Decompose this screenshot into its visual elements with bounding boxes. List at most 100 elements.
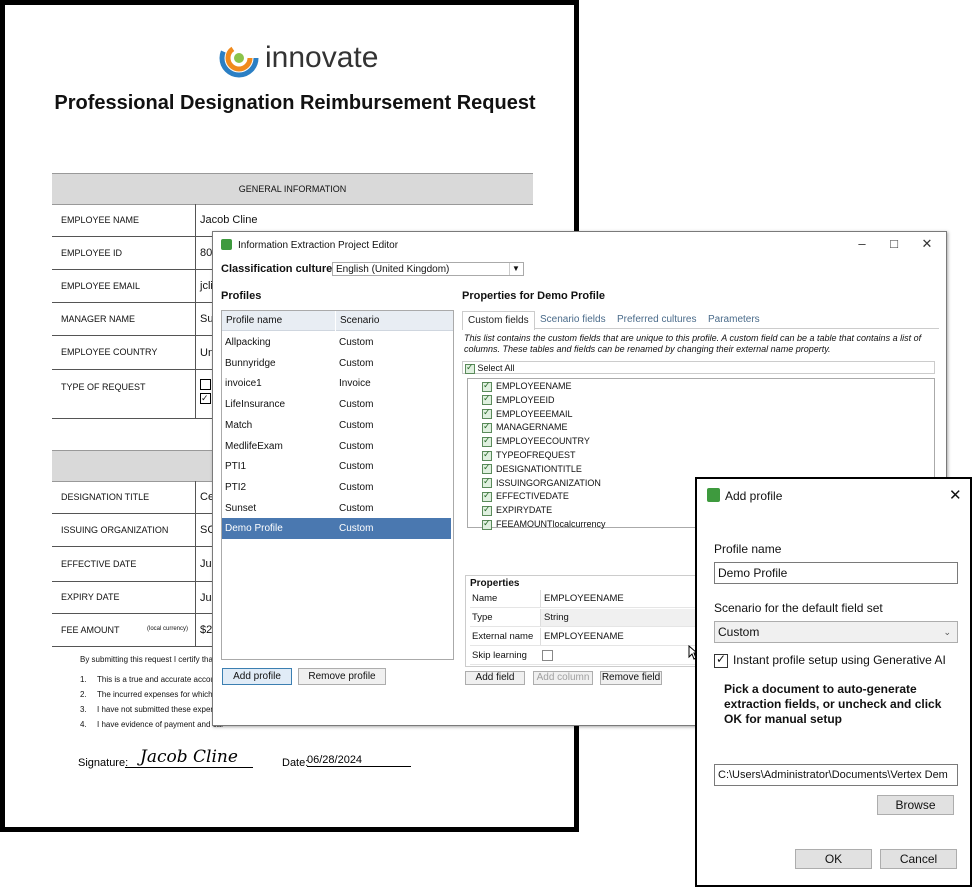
field-row[interactable]: EMPLOYEENAME xyxy=(482,379,572,394)
dialog-title: Add profile xyxy=(725,489,783,503)
add-field-button[interactable]: Add field xyxy=(465,671,525,685)
field-checkbox[interactable] xyxy=(482,420,492,434)
certify-item-number: 2. xyxy=(80,690,87,699)
logo-text: innovate xyxy=(265,41,379,74)
app-icon xyxy=(221,239,232,250)
close-icon[interactable]: ✕ xyxy=(917,236,937,252)
profile-row[interactable]: PTI1 Custom xyxy=(222,456,451,477)
profile-name: LifeInsurance xyxy=(225,399,286,411)
request-checkbox xyxy=(200,379,211,390)
innovate-logo-icon xyxy=(219,38,259,78)
property-name: Type xyxy=(472,612,493,623)
field-checkbox[interactable] xyxy=(482,434,492,448)
field-checkbox[interactable] xyxy=(482,489,492,503)
field-name: MANAGERNAME xyxy=(496,422,568,433)
tab-scenario-fields[interactable]: Scenario fields xyxy=(540,311,606,329)
profile-row[interactable]: Bunnyridge Custom xyxy=(222,353,451,374)
add-profile-button[interactable]: Add profile xyxy=(222,668,292,685)
form-row-label: EMPLOYEE EMAIL xyxy=(61,280,141,291)
profile-row[interactable]: Allpacking Custom xyxy=(222,332,451,353)
request-checkbox-checked: ✓ xyxy=(200,393,211,404)
profiles-list[interactable]: Profile name Scenario Allpacking Custom Bu… xyxy=(221,310,454,660)
remove-field-button[interactable]: Remove field xyxy=(600,671,662,685)
property-value[interactable]: EMPLOYEENAME xyxy=(540,590,704,607)
field-checkbox[interactable] xyxy=(482,392,492,406)
ai-instruction: Pick a document to auto-generate extract… xyxy=(724,682,942,726)
field-checkbox[interactable] xyxy=(482,406,492,420)
document-path-input[interactable]: C:\Users\Administrator\Documents\Vertex … xyxy=(714,764,958,786)
field-checkbox[interactable] xyxy=(482,503,492,517)
field-row[interactable]: EFFECTIVEDATE xyxy=(482,489,569,504)
form-row-label: ISSUING ORGANIZATION xyxy=(61,524,169,535)
dialog-close-icon[interactable]: ✕ xyxy=(949,486,962,504)
form-row-label: FEE AMOUNT xyxy=(61,624,120,635)
field-checkbox[interactable] xyxy=(482,461,492,475)
profile-scenario: Custom xyxy=(339,481,374,493)
field-name: EXPIRYDATE xyxy=(496,505,553,516)
col-scenario[interactable]: Scenario xyxy=(336,311,453,331)
select-all-row[interactable]: Select All xyxy=(462,361,935,374)
add-column-button[interactable]: Add column xyxy=(533,671,593,685)
property-name: Skip learning xyxy=(472,650,527,661)
profile-row[interactable]: PTI2 Custom xyxy=(222,477,451,498)
innovate-logo: innovate xyxy=(219,38,378,78)
field-row[interactable]: EMPLOYEEEMAIL xyxy=(482,406,573,422)
field-row[interactable]: ISSUINGORGANIZATION xyxy=(482,475,601,491)
properties-box-title: Properties xyxy=(470,578,520,589)
classification-select[interactable]: English (United Kingdom) ▼ xyxy=(332,262,524,276)
maximize-icon[interactable]: □ xyxy=(884,236,904,251)
field-checkbox[interactable] xyxy=(482,475,492,489)
dialog-app-icon xyxy=(707,488,720,502)
chevron-down-icon: ⌄ xyxy=(943,627,951,637)
field-row[interactable]: DESIGNATIONTITLE xyxy=(482,461,582,477)
select-all-checkbox[interactable] xyxy=(465,361,475,374)
minimize-icon[interactable]: – xyxy=(852,236,872,251)
remove-profile-button[interactable]: Remove profile xyxy=(298,668,386,685)
certify-intro: By submitting this request I certify tha… xyxy=(80,655,218,664)
certify-item-text: I have evidence of payment and car xyxy=(97,720,224,729)
gen-ai-checkbox[interactable]: ✓ xyxy=(714,652,728,668)
form-row-label: EMPLOYEE ID xyxy=(61,247,123,258)
field-checkbox[interactable] xyxy=(482,379,492,392)
field-checkbox[interactable] xyxy=(482,517,492,530)
tab-custom-fields[interactable]: Custom fields xyxy=(462,311,535,330)
field-row[interactable]: EMPLOYEEID xyxy=(482,392,555,408)
col-profile-name[interactable]: Profile name xyxy=(222,311,335,331)
ok-button[interactable]: OK xyxy=(795,849,872,869)
profile-row[interactable]: Demo Profile Custom xyxy=(222,518,451,540)
certify-item-number: 3. xyxy=(80,705,87,714)
profile-name-input[interactable]: Demo Profile xyxy=(714,562,958,584)
form-row-label: EMPLOYEE NAME xyxy=(61,214,140,225)
general-info-table: GENERAL INFORMATION xyxy=(52,173,533,205)
profile-row[interactable]: invoice1 Invoice xyxy=(222,373,451,394)
field-row[interactable]: EXPIRYDATE xyxy=(482,503,553,518)
scenario-value: Custom xyxy=(718,625,760,639)
editor-titlebar[interactable]: Information Extraction Project Editor – … xyxy=(213,232,946,258)
field-name: EMPLOYEEEMAIL xyxy=(496,408,573,419)
field-checkbox[interactable] xyxy=(482,448,492,461)
field-row[interactable]: MANAGERNAME xyxy=(482,420,568,435)
profile-name: PTI1 xyxy=(225,461,247,473)
profile-row[interactable]: MedlifeExam Custom xyxy=(222,436,451,457)
profile-name: Sunset xyxy=(225,502,257,514)
field-row[interactable]: TYPEOFREQUEST xyxy=(482,448,576,463)
tab-parameters[interactable]: Parameters xyxy=(708,311,760,329)
tab-preferred-cultures[interactable]: Preferred cultures xyxy=(617,311,696,329)
browse-button[interactable]: Browse xyxy=(877,795,954,815)
skip-learning-checkbox[interactable] xyxy=(542,650,553,661)
cancel-button[interactable]: Cancel xyxy=(880,849,957,869)
property-value[interactable]: EMPLOYEENAME xyxy=(540,628,704,645)
profile-name: Allpacking xyxy=(225,337,271,348)
profile-row[interactable]: Match Custom xyxy=(222,415,451,436)
profile-name: PTI2 xyxy=(225,481,247,493)
profile-name: Bunnyridge xyxy=(225,357,276,369)
form-row-label-small: (local currency) xyxy=(147,625,189,632)
property-value[interactable]: String xyxy=(540,609,704,626)
profile-row[interactable]: Sunset Custom xyxy=(222,498,451,519)
date-label: Date: xyxy=(282,757,309,769)
form-title: Professional Designation Reimbursement R… xyxy=(54,92,536,114)
scenario-select[interactable]: Custom ⌄ xyxy=(714,621,958,643)
field-row[interactable]: EMPLOYEECOUNTRY xyxy=(482,434,590,449)
field-row[interactable]: FEEAMOUNTlocalcurrency xyxy=(482,517,606,532)
profile-row[interactable]: LifeInsurance Custom xyxy=(222,394,451,415)
